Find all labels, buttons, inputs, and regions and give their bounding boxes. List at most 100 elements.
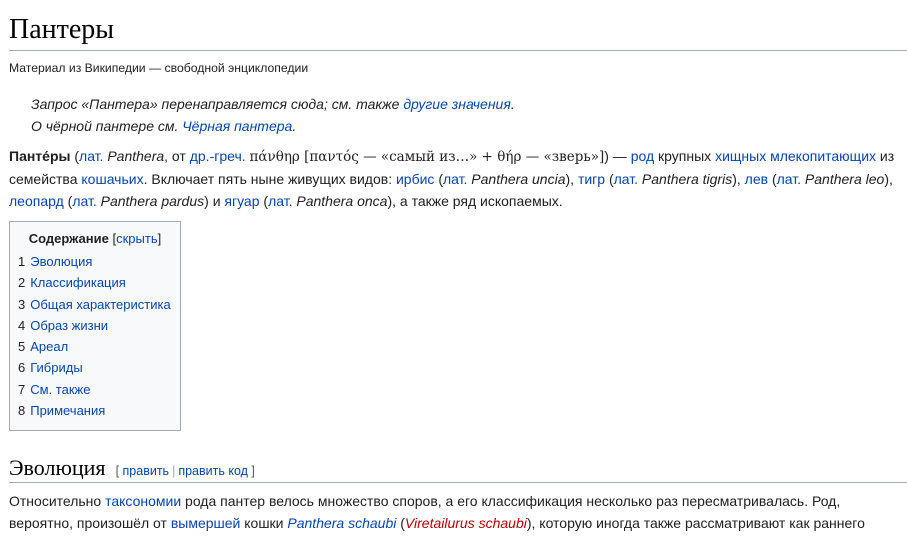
site-subtitle: Материал из Википедии — свободной энцикл… [9,61,309,75]
edit-source-link[interactable]: править код [178,464,248,478]
text: ( [70,148,80,164]
text: ), [565,171,578,187]
toc-link[interactable]: Примечания [30,403,105,418]
leopard-link[interactable]: леопард [9,193,64,209]
lat-link[interactable]: лат. [72,193,96,209]
text: ) — [604,148,631,164]
text: ( [434,171,443,187]
panthera-schaubi-link[interactable]: Panthera schaubi [287,515,396,531]
toc-number: 1 [18,254,26,269]
toc-header: Содержание [скрыть] [10,230,180,248]
toc-item: 1 Эволюция [18,251,171,272]
hatnote-text: О чёрной пантере см. [31,118,183,134]
toc-number: 5 [18,339,26,355]
latin-name: Panthera leo [804,171,885,187]
latin-name: Panthera uncia [471,171,566,187]
section-heading-evolution: Эволюция [ править | править код ] [9,455,907,483]
extinct-link[interactable]: вымершей [171,515,241,531]
table-of-contents: Содержание [скрыть] 1 Эволюция 2 Классифик… [9,221,181,431]
toc-number: 4 [18,317,26,333]
latin-name: Viretailurus schaubi [404,515,527,531]
toc-item: 6 Гибриды [18,357,171,378]
toc-link[interactable]: Эволюция [30,254,92,269]
lat-link[interactable]: лат. [268,193,292,209]
text: кошки [240,515,288,531]
text: ), а также ряд ископаемых. [387,193,563,209]
page-title: Пантеры [9,14,115,45]
latin-name: Panthera tigris [641,171,733,187]
text: ( [396,515,405,531]
edit-bracket: ] [251,464,255,478]
hatnote-redirect: Запрос «Пантера» перенаправляется сюда; … [31,94,515,114]
hatnote-text: Запрос «Пантера» перенаправляется сюда; … [31,96,404,112]
lat-link[interactable]: лат. [777,171,801,187]
edit-separator: | [172,464,176,478]
intro-paragraph: Панте́ры (лат. Panthera, от др.-греч. πά… [9,145,899,212]
tiger-link[interactable]: тигр [578,171,605,187]
hatnote-text: . [292,118,297,134]
lat-link[interactable]: лат. [614,171,638,187]
toc-number: 8 [18,403,26,419]
toc-item: 2 Классификация [18,272,171,293]
toc-number: 3 [18,296,26,312]
article-term: Панте́ры [9,148,71,164]
text: ) и [204,193,225,209]
lion-link[interactable]: лев [745,171,768,187]
toc-link[interactable]: Ареал [30,339,68,354]
text: . Включает пять ныне живущих видов: [143,171,396,187]
toc-toggle: [скрыть] [112,231,161,246]
predatory-link[interactable]: хищных [715,148,766,164]
toc-number: 2 [18,275,26,291]
greek-link[interactable]: др.-греч. [190,148,246,164]
latin-name: Panthera schaubi [287,515,397,531]
text: ( [259,193,269,209]
toc-item: 5 Ареал [18,336,171,357]
section-title: Эволюция [9,455,106,480]
toc-link[interactable]: См. также [30,382,90,397]
other-meanings-link[interactable]: другие значения [403,96,511,112]
toc-number: 6 [18,360,26,376]
toc-bracket: ] [157,231,162,246]
toc-number: 7 [18,381,26,397]
black-panther-link[interactable]: Чёрная пантера [182,118,292,134]
toc-item: 3 Общая характеристика [18,294,171,315]
toc-item: 7 См. также [18,379,171,400]
evolution-paragraph: Относительно таксономии рода пантер вело… [9,490,899,534]
edit-link[interactable]: править [123,464,170,478]
text: крупных [654,148,716,164]
toc-item: 8 Примечания [18,400,171,421]
felidae-link[interactable]: кошачьих [81,171,143,187]
latin-name: Panthera [107,148,165,164]
hatnote-black-panther: О чёрной пантере см. Чёрная пантера. [31,116,296,136]
hatnote-text: . [510,96,515,112]
text: ), которую иногда также рассматривают ка… [526,515,865,531]
text: ), [732,171,745,187]
text: ), [884,171,893,187]
text: ( [605,171,614,187]
genus-link[interactable]: род [631,148,654,164]
toc-title: Содержание [28,231,109,246]
text: Относительно [9,493,106,509]
toc-link[interactable]: Образ жизни [30,318,108,333]
latin-name: Panthera onca [296,193,388,209]
lat-link[interactable]: лат. [443,171,467,187]
toc-item: 4 Образ жизни [18,315,171,336]
mammals-link[interactable]: млекопитающих [770,148,876,164]
text: ( [768,171,777,187]
jaguar-link[interactable]: ягуар [224,193,259,209]
toc-link[interactable]: Классификация [30,275,126,290]
edit-bracket: [ [115,464,120,478]
latin-name: Panthera pardus [100,193,205,209]
toc-hide-link[interactable]: скрыть [116,231,158,246]
text: , от [164,148,190,164]
toc-link[interactable]: Гибриды [30,360,82,375]
toc-list: 1 Эволюция 2 Классификация 3 Общая характер… [18,251,171,421]
lat-link[interactable]: лат. [79,148,103,164]
taxonomy-link[interactable]: таксономии [105,493,181,509]
viretailurus-red-link[interactable]: Viretailurus schaubi [405,515,527,531]
snow-leopard-link[interactable]: ирбис [396,171,434,187]
greek-etymology: πάνθηρ [παντός — «самый из…» + θήρ — «зв… [249,149,605,165]
title-divider [9,50,907,51]
edit-section-links: [ править | править код ] [116,464,255,478]
toc-link[interactable]: Общая характеристика [30,297,170,312]
